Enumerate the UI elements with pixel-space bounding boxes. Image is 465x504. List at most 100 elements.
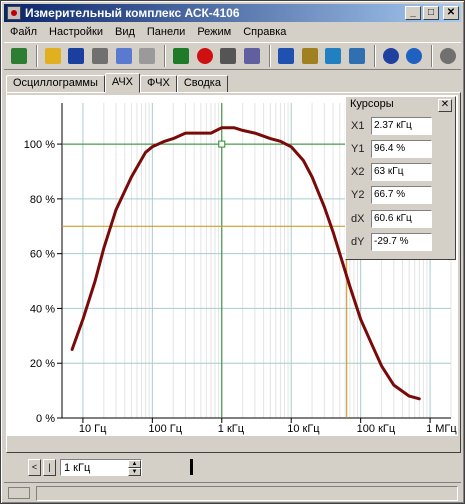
cursor-value-field[interactable]: 66.7 %	[371, 186, 432, 204]
exit-button[interactable]	[8, 45, 30, 67]
window-title: Измерительный комплекс АСК-4106	[25, 6, 240, 20]
x-tick-label: 100 Гц	[148, 423, 182, 435]
step-controls: < | ▲ ▼	[6, 455, 461, 479]
save-button[interactable]	[65, 45, 87, 67]
spin-down-button[interactable]: ▼	[128, 468, 141, 476]
scale-button[interactable]	[241, 45, 263, 67]
print-button[interactable]	[137, 45, 159, 67]
step-icon	[220, 48, 237, 64]
refresh-icon	[440, 48, 457, 64]
stop-icon	[196, 48, 213, 64]
camera-button[interactable]	[89, 45, 111, 67]
filter-button[interactable]	[346, 45, 368, 67]
open-folder-icon	[44, 48, 61, 64]
app-icon[interactable]	[7, 6, 21, 20]
cursor-tool-button[interactable]	[299, 45, 321, 67]
x-tick-label: 10 Гц	[79, 423, 107, 435]
cursor-tool-icon	[301, 48, 318, 64]
y-tick-label: 100 %	[24, 139, 55, 151]
cursors-panel-title: Курсоры	[350, 98, 394, 110]
step-button[interactable]	[218, 45, 240, 67]
y-tick-label: 80 %	[30, 194, 55, 206]
toolbar-separator	[269, 45, 272, 67]
cursor-row-dy: dY -29.7 %	[349, 233, 453, 252]
y-tick-label: 60 %	[30, 249, 55, 261]
cursor-row-x2: X2 63 кГц	[349, 163, 453, 182]
info-panel-icon	[277, 48, 294, 64]
menu-help[interactable]: Справка	[237, 26, 292, 38]
cursor-row-dx: dX 60.6 кГц	[349, 210, 453, 229]
y-tick-label: 0 %	[36, 413, 55, 425]
position-marker[interactable]	[190, 459, 193, 475]
cursor-value-field[interactable]: 2.37 кГц	[371, 117, 432, 135]
cursor-label: Y2	[351, 189, 365, 201]
cursor-label: X2	[351, 166, 365, 178]
step-next-button[interactable]: |	[43, 459, 56, 476]
help-button[interactable]	[380, 45, 402, 67]
menu-file[interactable]: Файл	[4, 26, 43, 38]
x-tick-label: 1 кГц	[218, 423, 245, 435]
scale-icon	[244, 48, 261, 64]
cursor-row-y1: Y1 96.4 %	[349, 140, 453, 159]
tab-oscillograms[interactable]: Осциллограммы	[6, 75, 105, 93]
tab-strip: Осциллограммы АЧХ ФЧХ Сводка	[6, 73, 228, 93]
cursor-value-field[interactable]: 60.6 кГц	[371, 210, 432, 228]
cursor-label: Y1	[351, 143, 365, 155]
toolbar-separator	[35, 45, 38, 67]
info-button[interactable]	[404, 45, 426, 67]
stop-button[interactable]	[194, 45, 216, 67]
status-icon	[8, 487, 30, 499]
spin-up-button[interactable]: ▲	[128, 460, 141, 468]
title-bar[interactable]: Измерительный комплекс АСК-4106 _ □ ✕	[4, 4, 461, 22]
run-button[interactable]	[170, 45, 192, 67]
toolbar	[4, 42, 461, 70]
tab-summary[interactable]: Сводка	[176, 75, 228, 93]
toolbar-separator	[164, 45, 167, 67]
toolbar-separator	[431, 45, 434, 67]
copy-icon	[115, 48, 132, 64]
maximize-button[interactable]: □	[423, 6, 439, 20]
close-button[interactable]: ✕	[443, 6, 459, 20]
status-panel	[36, 486, 458, 501]
exit-icon	[10, 48, 27, 64]
menu-settings[interactable]: Настройки	[43, 26, 109, 38]
cursor-value-field[interactable]: 96.4 %	[371, 140, 432, 158]
cursor-value-field[interactable]: 63 кГц	[371, 163, 432, 181]
tab-phase-response[interactable]: ФЧХ	[140, 75, 177, 93]
cursor-label: dY	[351, 236, 365, 248]
open-folder-button[interactable]	[42, 45, 64, 67]
copy-button[interactable]	[113, 45, 135, 67]
cursor-row-y2: Y2 66.7 %	[349, 186, 453, 205]
cursor-1-handle[interactable]	[218, 140, 226, 148]
cursor-row-x1: X1 2.37 кГц	[349, 117, 453, 136]
info-panel-button[interactable]	[275, 45, 297, 67]
cursors-panel: Курсоры ✕ X1 2.37 кГц Y1 96.4 % X2 63 кГ…	[345, 96, 456, 260]
cursors-panel-close-button[interactable]: ✕	[438, 99, 452, 112]
cursor-value-field[interactable]: -29.7 %	[371, 233, 432, 251]
cursor-label: X1	[351, 120, 365, 132]
save-icon	[68, 48, 85, 64]
toolbar-separator	[373, 45, 376, 67]
help-icon	[382, 48, 399, 64]
menu-bar: Файл Настройки Вид Панели Режим Справка	[4, 23, 461, 41]
menu-view[interactable]: Вид	[109, 26, 141, 38]
generator-icon	[325, 48, 342, 64]
y-tick-label: 40 %	[30, 303, 55, 315]
x-tick-label: 100 кГц	[357, 423, 396, 435]
run-icon	[173, 48, 190, 64]
tab-frequency-response[interactable]: АЧХ	[104, 73, 141, 93]
status-bar	[4, 482, 461, 502]
x-tick-label: 10 кГц	[287, 423, 320, 435]
menu-mode[interactable]: Режим	[191, 26, 237, 38]
filter-icon	[348, 48, 365, 64]
generator-button[interactable]	[322, 45, 344, 67]
minimize-button[interactable]: _	[405, 6, 421, 20]
menu-panels[interactable]: Панели	[141, 26, 191, 38]
camera-icon	[91, 48, 108, 64]
info-icon	[406, 48, 423, 64]
step-prev-button[interactable]: <	[28, 459, 41, 476]
cursor-label: dX	[351, 213, 365, 225]
x-tick-label: 1 МГц	[426, 423, 457, 435]
y-tick-label: 20 %	[30, 358, 55, 370]
refresh-button[interactable]	[437, 45, 459, 67]
